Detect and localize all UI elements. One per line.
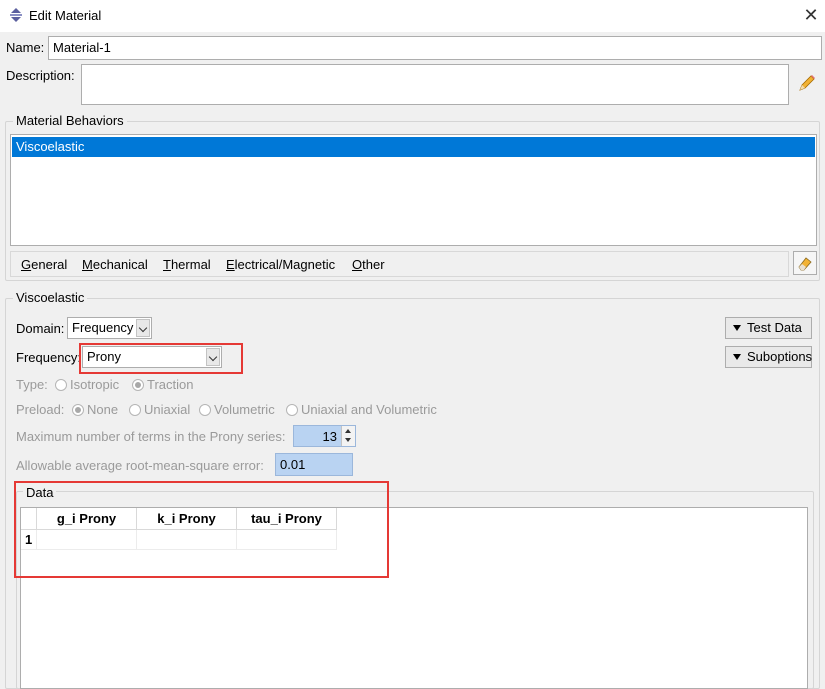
menu-electrical-accel: E — [226, 257, 235, 272]
menu-other-label: ther — [362, 257, 385, 272]
description-input[interactable] — [81, 64, 789, 105]
radio-icon — [129, 404, 141, 416]
menu-other-accel: O — [352, 257, 363, 272]
triangle-down-icon — [733, 325, 741, 331]
domain-value: Frequency — [72, 320, 134, 335]
preload-uniaxial-label: Uniaxial — [144, 402, 191, 417]
chevron-down-icon — [136, 319, 150, 337]
preload-volumetric-label: Volumetric — [214, 402, 275, 417]
domain-select[interactable]: Frequency — [67, 317, 152, 339]
type-isotropic-radio[interactable]: Isotropic — [55, 377, 119, 392]
suboptions-button[interactable]: Suboptions — [725, 346, 812, 368]
behavior-item-label: Viscoelastic — [16, 139, 85, 154]
type-traction-radio[interactable]: Traction — [132, 377, 193, 392]
menu-thermal-label: hermal — [170, 257, 211, 272]
name-label: Name: — [6, 40, 45, 55]
spin-down-icon — [345, 438, 351, 442]
menu-electrical-magnetic[interactable]: Electrical/Magnetic — [226, 257, 335, 272]
radio-selected-icon — [72, 404, 84, 416]
test-data-label: Test Data — [747, 320, 802, 335]
clear-behaviors-button[interactable] — [793, 251, 817, 275]
rms-error-input[interactable]: 0.01 — [275, 453, 353, 476]
rms-error-label: Allowable average root-mean-square error… — [16, 458, 264, 473]
close-icon: ✕ — [803, 5, 819, 25]
menu-thermal-accel: T — [163, 257, 171, 272]
radio-icon — [286, 404, 298, 416]
menu-other[interactable]: Other — [352, 257, 385, 272]
preload-none-label: None — [87, 402, 119, 417]
type-traction-label: Traction — [147, 377, 194, 392]
behavior-menu-bar: General Mechanical Thermal Electrical/Ma… — [10, 251, 789, 277]
preload-uniaxial-radio[interactable]: Uniaxial — [129, 402, 190, 417]
spin-up-icon — [345, 429, 351, 433]
radio-icon — [199, 404, 211, 416]
app-icon — [10, 8, 22, 22]
title-bar: Edit Material ✕ — [0, 0, 825, 32]
edit-description-button[interactable] — [796, 72, 818, 94]
preload-uniaxial-volumetric-radio[interactable]: Uniaxial and Volumetric — [286, 402, 437, 417]
spinner-buttons[interactable] — [341, 426, 355, 446]
max-terms-spinner[interactable]: 13 — [293, 425, 356, 447]
menu-thermal[interactable]: Thermal — [163, 257, 211, 272]
close-button[interactable]: ✕ — [800, 4, 822, 26]
behaviors-list[interactable]: Viscoelastic — [10, 134, 817, 246]
max-terms-label: Maximum number of terms in the Prony ser… — [16, 429, 286, 444]
window-title: Edit Material — [29, 8, 102, 23]
eraser-icon — [798, 257, 812, 271]
max-terms-value: 13 — [322, 429, 337, 444]
material-behaviors-title: Material Behaviors — [13, 113, 127, 128]
menu-mechanical[interactable]: Mechanical — [82, 257, 148, 272]
type-isotropic-label: Isotropic — [70, 377, 120, 392]
radio-selected-icon — [132, 379, 144, 391]
menu-general-accel: G — [21, 257, 32, 272]
menu-mechanical-accel: M — [82, 257, 93, 272]
preload-volumetric-radio[interactable]: Volumetric — [199, 402, 275, 417]
menu-electrical-label: lectrical/Magnetic — [234, 257, 336, 272]
menu-general-label: eneral — [31, 257, 68, 272]
frequency-label: Frequency: — [16, 350, 82, 365]
description-label: Description: — [6, 68, 75, 83]
triangle-down-icon — [733, 354, 741, 360]
preload-label: Preload: — [16, 402, 65, 417]
preload-none-radio[interactable]: None — [72, 402, 118, 417]
name-input[interactable]: Material-1 — [48, 36, 822, 60]
radio-icon — [55, 379, 67, 391]
frequency-highlight-box — [79, 343, 243, 374]
type-label: Type: — [16, 377, 48, 392]
menu-general[interactable]: General — [21, 257, 67, 272]
behavior-item-viscoelastic[interactable]: Viscoelastic — [12, 137, 815, 157]
menu-mechanical-label: echanical — [92, 257, 148, 272]
preload-uniaxial-volumetric-label: Uniaxial and Volumetric — [301, 402, 437, 417]
viscoelastic-title: Viscoelastic — [13, 290, 88, 305]
data-highlight-box — [14, 481, 389, 578]
pencil-icon — [799, 75, 815, 91]
suboptions-label: Suboptions — [747, 349, 813, 364]
domain-label: Domain: — [16, 321, 65, 336]
test-data-button[interactable]: Test Data — [725, 317, 812, 339]
